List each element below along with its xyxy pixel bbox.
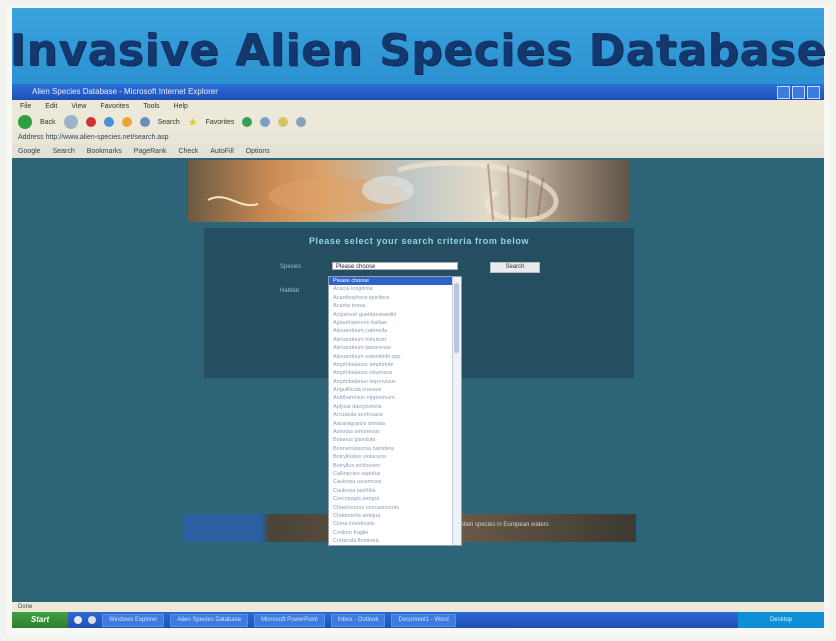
dropdown-option[interactable]: Please choose (329, 277, 453, 286)
dropdown-option[interactable]: Amphibalanus improvisus (329, 378, 453, 386)
dropdown-option[interactable]: Acanthophora spicifera (329, 294, 453, 302)
dropdown-option[interactable]: Acacia longifolia (329, 285, 453, 293)
dropdown-option[interactable]: Alexandrium tamarense (329, 344, 453, 352)
dropdown-option[interactable]: Asparagopsis armata (329, 420, 453, 428)
dropdown-option[interactable]: Corbicula fluminea (329, 537, 453, 545)
dropdown-option[interactable]: Cercopagis pengoi (329, 495, 453, 503)
media-icon[interactable] (242, 117, 253, 127)
menu-view[interactable]: View (71, 103, 86, 110)
link-autofill[interactable]: AutoFill (210, 148, 233, 155)
dropdown-option[interactable]: Anguillicola crassus (329, 386, 453, 394)
dropdown-options: Please choose Acacia longifolia Acanthopho… (329, 277, 453, 547)
task-browser[interactable]: Alien Species Database (170, 613, 249, 627)
search-label: Search (157, 118, 180, 126)
print-icon[interactable] (296, 117, 307, 127)
dropdown-option[interactable]: Amphibalanus eburneus (329, 369, 453, 377)
refresh-icon[interactable] (103, 117, 114, 127)
search-button[interactable]: Search (490, 262, 540, 273)
favorites-label: Favorites (205, 118, 235, 126)
status-bar: Done (12, 602, 824, 612)
windows-taskbar: Start Windows Explorer Alien Species Dat… (12, 612, 824, 628)
dropdown-option[interactable]: Alexandrium ostenfeldii spp. (329, 353, 453, 361)
home-icon[interactable] (121, 117, 132, 127)
dropdown-option[interactable]: Balanus glandula (329, 436, 453, 444)
dropdown-option[interactable]: Alexandrium minutum (329, 336, 453, 344)
address-bar[interactable]: Address http://www.alien-species.net/sea… (12, 132, 824, 144)
dropdown-option[interactable]: Botrylloides violaceus (329, 453, 453, 461)
start-button[interactable]: Start (12, 612, 68, 628)
quicklaunch-ie-icon[interactable] (74, 616, 82, 624)
link-bookmarks[interactable]: Bookmarks (87, 148, 122, 155)
species-select[interactable]: Please choose (332, 262, 458, 270)
dropdown-option[interactable]: Arcuatula senhousia (329, 411, 453, 419)
scrollbar-thumb[interactable] (454, 283, 459, 353)
menu-help[interactable]: Help (174, 103, 188, 110)
dropdown-option[interactable]: Chattonella antiqua (329, 512, 453, 520)
species-dropdown-list[interactable]: Please choose Acacia longifolia Acanthopho… (328, 276, 462, 546)
slide-title: Invasive Alien Species Database (9, 24, 827, 76)
back-label: Back (40, 118, 56, 126)
task-outlook[interactable]: Inbox - Outlook (330, 613, 386, 627)
nautilus-shell-illustration (207, 160, 559, 222)
mail-icon[interactable] (278, 117, 289, 127)
dropdown-option[interactable]: Antithamnion nipponicum (329, 394, 453, 402)
dropdown-option[interactable]: Aplysia dactylomela (329, 403, 453, 411)
dropdown-scrollbar[interactable] (452, 277, 461, 545)
stop-icon[interactable] (85, 117, 96, 127)
dropdown-option[interactable]: Aglaothamnion halliae (329, 319, 453, 327)
task-powerpoint[interactable]: Microsoft PowerPoint (254, 613, 325, 627)
menu-file[interactable]: File (20, 103, 31, 110)
close-button[interactable] (807, 86, 820, 99)
link-options[interactable]: Options (246, 148, 270, 155)
link-search[interactable]: Search (53, 148, 75, 155)
title-banner: Invasive Alien Species Database (9, 8, 827, 92)
menu-edit[interactable]: Edit (45, 103, 57, 110)
forward-icon[interactable] (63, 115, 78, 129)
species-label: Species (280, 264, 302, 270)
nautilus-banner-image (188, 160, 630, 222)
back-icon[interactable] (18, 115, 32, 129)
star-icon[interactable]: ★ (188, 116, 198, 129)
dropdown-option[interactable]: Asterias amurensis (329, 428, 453, 436)
dropdown-option[interactable]: Codium fragile (329, 529, 453, 537)
link-pagerank[interactable]: PageRank (134, 148, 167, 155)
minimize-button[interactable] (777, 86, 790, 99)
search-icon[interactable] (139, 117, 150, 127)
dropdown-option[interactable]: Crassostrea gigas (329, 546, 453, 547)
link-check[interactable]: Check (178, 148, 198, 155)
menu-tools[interactable]: Tools (143, 103, 159, 110)
criteria-heading: Please select your search criteria from … (308, 236, 530, 246)
dropdown-option[interactable]: Bonnemaisonia hamifera (329, 445, 453, 453)
dropdown-option[interactable]: Acartia tonsa (329, 302, 453, 310)
footer-banner-text: Alien species in European waters (460, 522, 549, 528)
window-controls (777, 86, 820, 99)
dropdown-option[interactable]: Caulerpa racemosa (329, 478, 453, 486)
menu-favorites[interactable]: Favorites (100, 103, 129, 110)
browser-toolbar: Back Search ★ Favorites (12, 112, 824, 132)
task-explorer[interactable]: Windows Explorer (102, 613, 165, 627)
link-google[interactable]: Google (18, 148, 41, 155)
history-icon[interactable] (260, 117, 271, 127)
dropdown-option[interactable]: Caulerpa taxifolia (329, 487, 453, 495)
menu-bar: File Edit View Favorites Tools Help (12, 100, 824, 112)
window-title: Alien Species Database - Microsoft Inter… (32, 87, 218, 96)
browser-screenshot: Alien Species Database - Microsoft Inter… (12, 84, 824, 628)
dropdown-option[interactable]: Acipenser gueldenstaedtii (329, 311, 453, 319)
dropdown-option[interactable]: Botryllus schlosseri (329, 462, 453, 470)
dropdown-option[interactable]: Callinectes sapidus (329, 470, 453, 478)
habitat-label: Habitat (280, 288, 300, 294)
maximize-button[interactable] (792, 86, 805, 99)
dropdown-option[interactable]: Amphibalanus amphitrite (329, 361, 453, 369)
dropdown-option[interactable]: Alexandrium catenella (329, 327, 453, 335)
task-word[interactable]: Document1 - Word (391, 613, 456, 627)
window-titlebar: Alien Species Database - Microsoft Inter… (12, 84, 824, 100)
system-tray: Desktop (738, 612, 824, 628)
quicklaunch-desktop-icon[interactable] (88, 616, 96, 624)
links-toolbar: Google Search Bookmarks PageRank Check A… (12, 144, 824, 158)
dropdown-option[interactable]: Ciona intestinalis (329, 520, 453, 528)
dropdown-option[interactable]: Chaetoceros concavicornis (329, 504, 453, 512)
